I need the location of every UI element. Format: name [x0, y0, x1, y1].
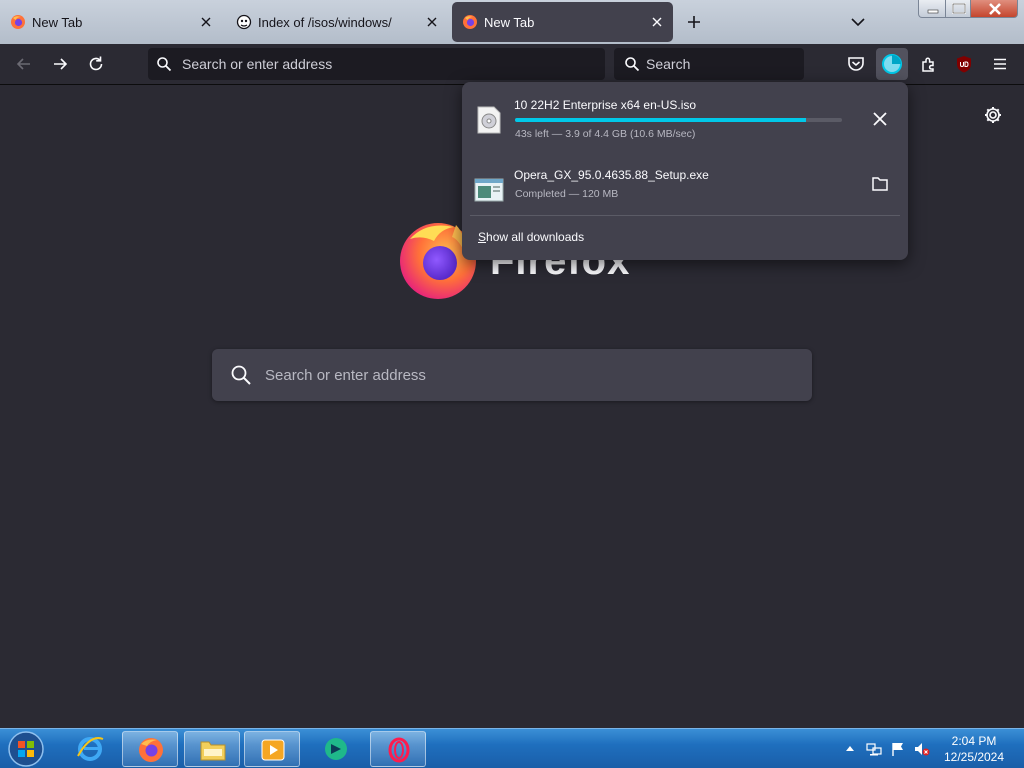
- maximize-button[interactable]: [945, 0, 971, 18]
- close-icon[interactable]: [649, 14, 665, 30]
- download-filename: 10 22H2 Enterprise x64 en-US.iso: [514, 98, 697, 112]
- hamburger-menu-icon[interactable]: [990, 54, 1010, 74]
- minimize-button[interactable]: [918, 0, 946, 18]
- new-tab-plus-icon[interactable]: [684, 12, 704, 32]
- taskbar-messenger-app[interactable]: [308, 731, 364, 767]
- taskbar-media-player[interactable]: [244, 731, 300, 767]
- media-player-icon: [261, 739, 285, 761]
- reload-icon[interactable]: [86, 54, 106, 74]
- navigation-toolbar: Search or enter address Search: [0, 44, 1024, 85]
- downloads-panel: 10 22H2 Enterprise x64 en-US.iso 43s lef…: [462, 82, 908, 260]
- back-arrow-icon[interactable]: [14, 54, 34, 74]
- download-progress-icon: [882, 54, 902, 74]
- firefox-icon: [463, 15, 477, 29]
- iso-file-icon: [477, 106, 501, 134]
- firefox-icon: [139, 738, 163, 762]
- close-icon[interactable]: [198, 14, 214, 30]
- search-bar[interactable]: Search: [614, 48, 804, 80]
- tab-label: New Tab: [484, 15, 535, 30]
- search-icon: [157, 57, 172, 72]
- extensions-puzzle-icon[interactable]: [919, 54, 939, 74]
- volume-muted-icon[interactable]: [914, 741, 930, 757]
- tab-new-tab-1[interactable]: New Tab: [0, 2, 222, 42]
- opera-icon: [388, 737, 410, 763]
- forward-arrow-icon[interactable]: [50, 54, 70, 74]
- clock-date: 12/25/2024: [943, 750, 1005, 764]
- show-all-downloads-link[interactable]: Show all downloads: [478, 230, 584, 244]
- search-icon: [231, 365, 251, 385]
- downloads-button[interactable]: [876, 48, 908, 80]
- show-hidden-icons-icon[interactable]: [844, 743, 856, 753]
- close-icon[interactable]: [424, 14, 440, 30]
- download-filename: Opera_GX_95.0.4635.88_Setup.exe: [514, 168, 709, 182]
- folder-icon[interactable]: [865, 169, 895, 199]
- action-center-flag-icon[interactable]: [890, 741, 906, 757]
- taskbar-file-explorer[interactable]: [184, 731, 240, 767]
- ublock-origin-icon[interactable]: [954, 54, 974, 74]
- window-close-button[interactable]: [970, 0, 1018, 18]
- tab-label: New Tab: [32, 15, 83, 30]
- exe-file-icon: [474, 178, 504, 202]
- taskbar-clock[interactable]: 2:04 PM 12/25/2024: [936, 733, 1012, 765]
- download-item[interactable]: Opera_GX_95.0.4635.88_Setup.exe Complete…: [462, 160, 908, 220]
- tab-new-tab-active[interactable]: New Tab: [452, 2, 673, 42]
- clock-time: 2:04 PM: [951, 734, 997, 748]
- address-bar[interactable]: Search or enter address: [148, 48, 605, 80]
- start-button[interactable]: [6, 730, 46, 768]
- tab-strip: New Tab Index of /isos/windows/ New Tab: [0, 0, 1024, 44]
- download-progress-fill: [515, 118, 807, 122]
- download-status: Completed — 120 MB: [515, 188, 619, 200]
- firefox-icon: [11, 15, 25, 29]
- page-search-placeholder: Search or enter address: [265, 367, 426, 384]
- taskbar-firefox[interactable]: [122, 731, 178, 767]
- divider: [470, 215, 900, 216]
- taskbar-opera-gx[interactable]: [370, 731, 426, 767]
- windows-taskbar: 2:04 PM 12/25/2024: [0, 728, 1024, 768]
- chevron-down-icon[interactable]: [848, 12, 868, 32]
- gear-icon[interactable]: [983, 105, 1003, 125]
- address-bar-placeholder: Search or enter address: [182, 56, 333, 72]
- site-icon: [236, 14, 252, 30]
- taskbar-internet-explorer[interactable]: [62, 731, 118, 767]
- download-progress-bar: [515, 118, 842, 122]
- search-bar-placeholder: Search: [646, 56, 691, 72]
- internet-explorer-icon: [77, 737, 104, 761]
- search-icon: [625, 57, 640, 72]
- cancel-icon[interactable]: [865, 104, 895, 134]
- network-icon[interactable]: [866, 741, 882, 757]
- page-search-box[interactable]: Search or enter address: [212, 349, 812, 401]
- pocket-icon[interactable]: [846, 54, 866, 74]
- download-status: 43s left — 3.9 of 4.4 GB (10.6 MB/sec): [515, 128, 696, 140]
- download-item[interactable]: 10 22H2 Enterprise x64 en-US.iso 43s lef…: [462, 90, 908, 150]
- folder-icon: [200, 741, 226, 761]
- chat-app-icon: [325, 738, 347, 760]
- tab-label: Index of /isos/windows/: [258, 15, 392, 30]
- tab-index-of-isos[interactable]: Index of /isos/windows/: [226, 2, 448, 42]
